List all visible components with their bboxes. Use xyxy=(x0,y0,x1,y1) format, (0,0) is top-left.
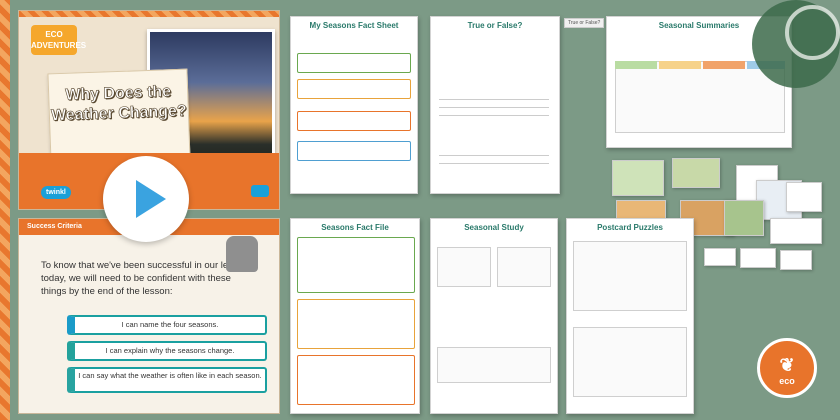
spring-section xyxy=(297,237,415,293)
eco-logo: ❦ eco xyxy=(757,338,817,398)
line xyxy=(439,155,549,156)
picture-card xyxy=(724,200,764,236)
summer-row xyxy=(297,79,411,99)
line xyxy=(439,115,549,116)
true-false-title: True or False? xyxy=(467,21,523,30)
play-icon xyxy=(136,180,166,218)
winter-row xyxy=(297,141,411,161)
mini-card xyxy=(740,248,776,268)
eco-logo-text: eco xyxy=(779,376,795,386)
col-autumn xyxy=(703,61,745,69)
days-table xyxy=(437,347,551,383)
picture-card xyxy=(612,160,664,196)
month-box xyxy=(437,247,491,287)
fact-sheet-page: My Seasons Fact Sheet xyxy=(290,16,418,194)
play-button[interactable] xyxy=(103,156,189,242)
decorative-stripe xyxy=(0,0,10,420)
study-title: Seasonal Study xyxy=(464,223,524,232)
eco-badge: ECO ADVENTURES xyxy=(31,25,86,55)
col-spring xyxy=(615,61,657,69)
eco-ring-icon xyxy=(785,5,840,60)
study-page: Seasonal Study xyxy=(430,218,558,414)
col-summer xyxy=(659,61,701,69)
criterion-1: I can name the four seasons. xyxy=(67,315,267,335)
autumn-section xyxy=(297,355,415,405)
picture-card xyxy=(672,158,720,188)
mini-card xyxy=(780,250,812,270)
autumn-row xyxy=(297,111,411,131)
cover-title: Why Does the Weather Change? xyxy=(50,83,187,125)
true-false-page: True or False? xyxy=(430,16,560,194)
summaries-table xyxy=(615,61,785,133)
line xyxy=(439,163,549,164)
fact-file-title: Seasons Fact File xyxy=(321,223,389,232)
postcard-title: Postcard Puzzles xyxy=(597,223,663,232)
summer-section xyxy=(297,299,415,349)
criterion-3: I can say what the weather is often like… xyxy=(67,367,267,393)
word-card xyxy=(770,218,822,244)
twinkl-logo: twinkl xyxy=(41,186,71,199)
postcard-1 xyxy=(573,241,687,311)
cover-stripe xyxy=(19,11,279,17)
line xyxy=(439,99,549,100)
postcard-2 xyxy=(573,327,687,397)
leaf-icon: ❦ xyxy=(779,355,795,375)
postcard-page: Postcard Puzzles xyxy=(566,218,694,414)
cat-mascot-icon xyxy=(226,236,258,272)
fact-file-page: Seasons Fact File xyxy=(290,218,420,414)
season-box xyxy=(497,247,551,287)
fact-sheet-title: My Seasons Fact Sheet xyxy=(309,21,399,30)
tab-true-false[interactable]: True or False? xyxy=(564,18,605,28)
criterion-2: I can explain why the seasons change. xyxy=(67,341,267,361)
title-note: Why Does the Weather Change? xyxy=(47,68,191,166)
twinkl-icon xyxy=(251,185,269,197)
mini-card xyxy=(704,248,736,266)
line xyxy=(439,107,549,108)
spring-row xyxy=(297,53,411,73)
word-card xyxy=(786,182,822,212)
